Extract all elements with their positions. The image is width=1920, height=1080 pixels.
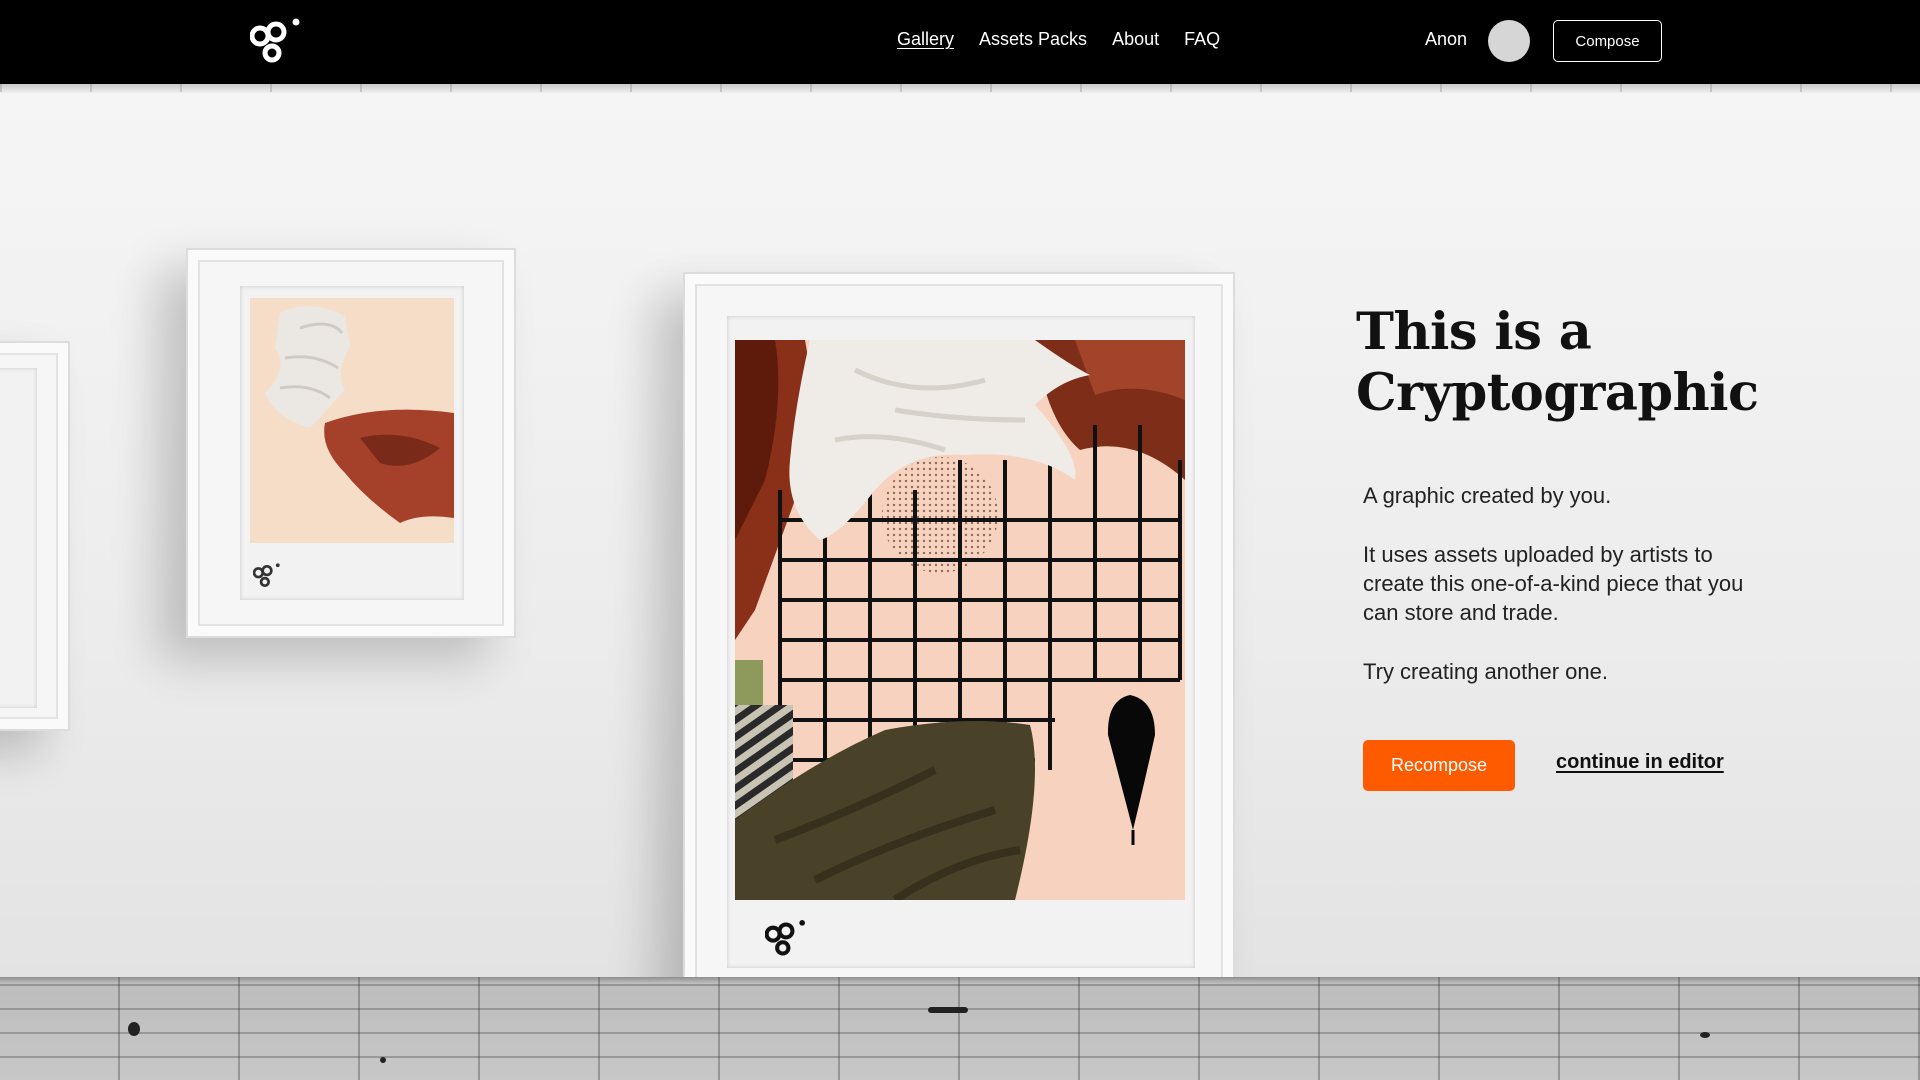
description-line-3: Try creating another one. <box>1363 659 1608 684</box>
continue-in-editor-link[interactable]: continue in editor <box>1556 751 1724 774</box>
cryptographics-logo-icon[interactable] <box>250 18 302 66</box>
artwork-collage <box>265 306 454 523</box>
main-nav: Gallery Assets Packs About FAQ <box>897 29 1220 50</box>
nav-link-about[interactable]: About <box>1112 29 1159 50</box>
cryptographic-artwork <box>735 340 1185 900</box>
nav-link-gallery[interactable]: Gallery <box>897 29 954 50</box>
avatar[interactable] <box>1488 20 1530 62</box>
title-line-1: This is a <box>1356 302 1592 362</box>
frame-mat <box>0 368 37 708</box>
user-name[interactable]: Anon <box>1425 29 1467 50</box>
top-navbar: Gallery Assets Packs About FAQ Anon Comp… <box>0 0 1920 84</box>
title-line-2: Cryptographic <box>1356 363 1759 423</box>
page-title: This is a Cryptographic <box>1356 302 1776 424</box>
cryptographics-logo-icon <box>253 563 280 588</box>
artwork-thumbnail <box>250 298 454 543</box>
gallery-frame-left[interactable] <box>0 341 70 731</box>
description-line-2: It uses assets uploaded by artists to cr… <box>1363 542 1744 625</box>
nav-link-assets-packs[interactable]: Assets Packs <box>979 29 1087 50</box>
nav-link-faq[interactable]: FAQ <box>1184 29 1220 50</box>
brick-floor <box>0 977 1920 1080</box>
description-line-1: A graphic created by you. <box>1363 483 1612 508</box>
cryptographics-logo-icon <box>765 920 805 956</box>
recompose-button[interactable]: Recompose <box>1363 740 1515 791</box>
artwork-collage <box>735 340 1185 900</box>
gallery-frame-current[interactable] <box>683 272 1235 1010</box>
description: A graphic created by you. It uses assets… <box>1363 481 1763 716</box>
compose-button[interactable]: Compose <box>1553 20 1662 62</box>
gallery-frame-previous[interactable] <box>186 248 516 638</box>
